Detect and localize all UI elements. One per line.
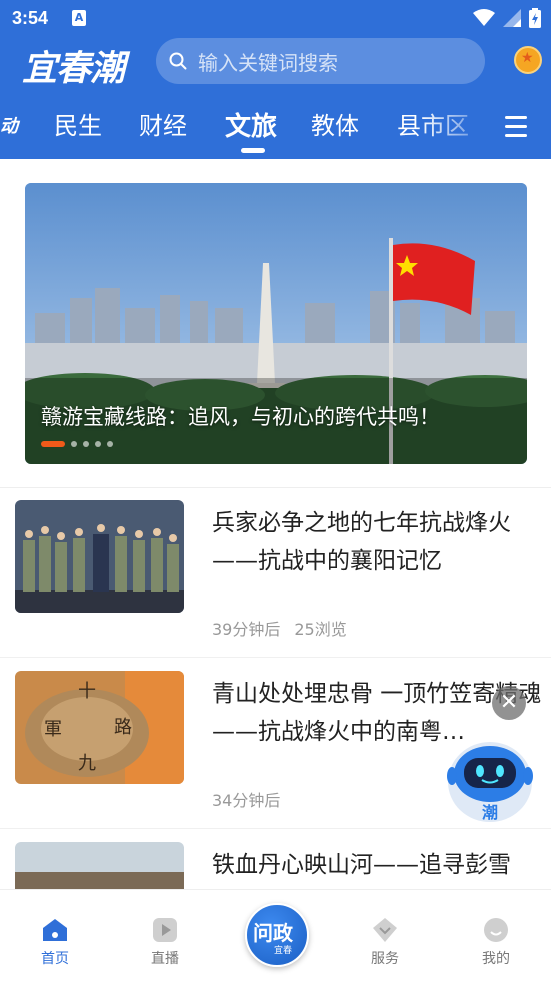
news-thumbnail <box>15 500 184 613</box>
news-item[interactable]: 铁血丹心映山河——追寻彭雪 <box>0 830 551 890</box>
tab-caijing[interactable]: 财经 <box>139 106 187 141</box>
news-time: 39分钟后 <box>212 620 281 639</box>
play-icon <box>153 918 177 942</box>
channel-tabs: 动 民生 财经 文旅 教体 县市区 <box>0 106 551 154</box>
wenzheng-main: 问政 <box>253 921 293 945</box>
nav-live-label: 直播 <box>151 951 179 967</box>
tab-minsheng[interactable]: 民生 <box>54 106 102 141</box>
news-time: 34分钟后 <box>212 791 281 810</box>
carousel-dots <box>41 441 113 447</box>
svg-text:軍: 軍 <box>44 719 62 740</box>
news-views: 25浏览 <box>294 620 347 639</box>
tab-partial[interactable]: 动 <box>0 112 18 138</box>
search-bar[interactable]: 输入关键词搜索 <box>156 38 485 84</box>
carousel-dot[interactable] <box>95 441 101 447</box>
news-meta: 34分钟后 <box>212 787 280 811</box>
status-icons <box>473 8 541 28</box>
star-coin-icon[interactable] <box>514 46 542 74</box>
carousel-dot-active[interactable] <box>41 441 65 447</box>
notification-icon: A <box>72 10 86 26</box>
svg-text:路: 路 <box>114 717 132 738</box>
wenzheng-button[interactable]: 问政 宜春 <box>245 903 309 967</box>
home-icon <box>43 919 67 941</box>
nav-live[interactable]: 直播 <box>135 916 195 968</box>
assistant-robot-icon[interactable]: 潮 <box>444 738 536 826</box>
carousel-dot[interactable] <box>83 441 89 447</box>
wenzheng-sub: 宜春 <box>274 946 293 956</box>
profile-icon <box>484 918 508 942</box>
close-icon[interactable]: ✕ <box>492 686 526 720</box>
nav-home-label: 首页 <box>41 951 69 967</box>
service-icon <box>373 918 397 942</box>
item-separator <box>0 828 551 829</box>
nav-mine[interactable]: 我的 <box>466 916 526 968</box>
battery-icon <box>529 8 541 28</box>
assistant-badge: 潮 <box>482 803 498 822</box>
featured-banner[interactable]: 赣游宝藏线路：追风，与初心的跨代共鸣！ <box>25 183 527 464</box>
app-logo[interactable]: 宜春潮 <box>22 40 126 89</box>
carousel-dot[interactable] <box>107 441 113 447</box>
active-tab-indicator <box>241 148 265 153</box>
wifi-icon <box>473 9 495 26</box>
bottom-nav: 首页 直播 问政 宜春 服务 我的 <box>0 889 551 981</box>
news-title: 兵家必争之地的七年抗战烽火——抗战中的襄阳记忆 <box>212 510 511 574</box>
search-icon <box>169 52 187 70</box>
banner-title: 赣游宝藏线路：追风，与初心的跨代共鸣！ <box>41 405 440 429</box>
carousel-dot[interactable] <box>71 441 77 447</box>
status-time: 3:54 <box>12 8 49 28</box>
nav-service[interactable]: 服务 <box>355 916 415 968</box>
status-bar: 3:54 A <box>0 0 551 36</box>
nav-home[interactable]: 首页 <box>25 916 85 968</box>
news-item[interactable]: 兵家必争之地的七年抗战烽火——抗战中的襄阳记忆 39分钟后 25浏览 <box>0 488 551 658</box>
news-thumbnail: 十 軍 路 九 <box>15 671 184 784</box>
svg-text:九: 九 <box>78 753 96 774</box>
app-header: 3:54 A 宜春潮 输入关键词搜索 动 民生 财经 文旅 教体 县市区 <box>0 0 551 159</box>
tab-jiaoti[interactable]: 教体 <box>311 106 359 141</box>
item-separator <box>0 657 551 658</box>
menu-icon[interactable] <box>505 112 529 142</box>
news-meta: 39分钟后 25浏览 <box>212 616 347 640</box>
news-title: 铁血丹心映山河——追寻彭雪 <box>212 852 511 878</box>
tab-wenlv[interactable]: 文旅 <box>225 106 277 143</box>
svg-text:十: 十 <box>78 681 96 702</box>
search-placeholder: 输入关键词搜索 <box>198 50 338 75</box>
signal-icon <box>503 9 521 27</box>
news-thumbnail <box>15 842 184 890</box>
nav-service-label: 服务 <box>371 951 399 967</box>
tab-fade <box>420 106 500 154</box>
nav-mine-label: 我的 <box>482 951 510 967</box>
